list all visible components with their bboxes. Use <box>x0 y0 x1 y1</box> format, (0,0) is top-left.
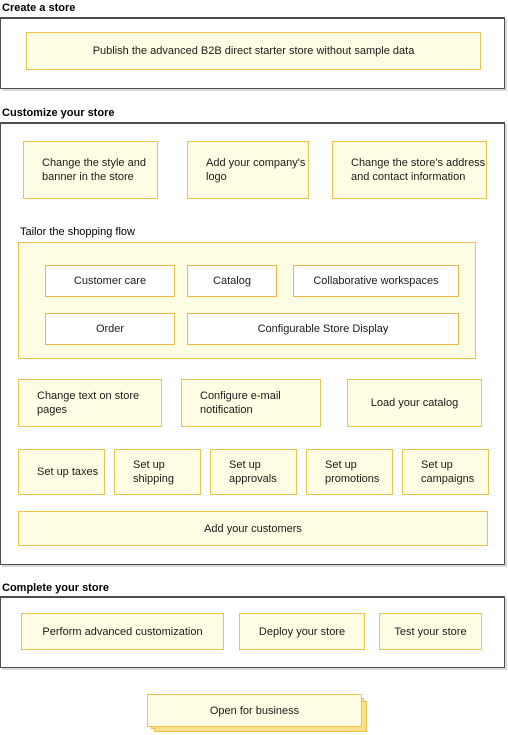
section-title-customize-your-store: Customize your store <box>2 107 115 119</box>
card-label: Test your store <box>394 625 467 638</box>
store-setup-page: Create a store Publish the advanced B2B … <box>0 0 508 735</box>
card-open-for-business[interactable]: Open for business <box>147 694 367 732</box>
flat-card-label: Order <box>95 323 125 335</box>
card-label: Publish the advanced B2B direct starter … <box>92 45 415 57</box>
card-add-company-logo[interactable]: Add your company's logo <box>187 141 314 204</box>
card-perform-advanced-customization[interactable]: Perform advanced customization <box>21 613 229 655</box>
panel-create-a-store: Publish the advanced B2B direct starter … <box>0 17 505 89</box>
card-change-store-address[interactable]: Change the store's address and contact i… <box>332 141 492 204</box>
card-label: Add your company's logo <box>206 157 306 183</box>
card-change-text-store-pages[interactable]: Change text on store pages <box>18 379 167 432</box>
card-set-up-promotions[interactable]: Set up promotions <box>306 449 398 500</box>
flat-card-catalog[interactable]: Catalog <box>187 265 277 297</box>
card-test-your-store[interactable]: Test your store <box>379 613 487 655</box>
card-load-your-catalog[interactable]: Load your catalog <box>347 379 487 432</box>
card-label: Configure e-mail notification <box>200 390 281 416</box>
flat-card-label: Collaborative workspaces <box>313 275 439 287</box>
card-label: Deploy your store <box>258 625 346 638</box>
card-set-up-campaigns[interactable]: Set up campaigns <box>402 449 494 500</box>
flat-card-label: Catalog <box>213 275 251 287</box>
card-publish-starter-store[interactable]: Publish the advanced B2B direct starter … <box>26 32 486 75</box>
card-label: Open for business <box>209 704 300 717</box>
card-label: Perform advanced customization <box>42 625 203 638</box>
card-label: Change the store's address and contact i… <box>351 157 486 183</box>
card-add-your-customers[interactable]: Add your customers <box>18 511 493 551</box>
section-title-complete-your-store: Complete your store <box>2 582 109 594</box>
card-label: Set up promotions <box>325 459 380 485</box>
flat-card-order[interactable]: Order <box>45 313 175 345</box>
subsection-title-tailor-the-shopping-flow: Tailor the shopping flow <box>20 226 135 238</box>
section-title-create-a-store: Create a store <box>2 2 76 14</box>
card-label: Load your catalog <box>370 397 459 409</box>
card-label: Set up taxes <box>37 466 99 478</box>
card-change-style-banner[interactable]: Change the style and banner in the store <box>23 141 163 204</box>
flat-card-configurable-store-display[interactable]: Configurable Store Display <box>187 313 459 345</box>
card-label: Set up approvals <box>229 459 277 485</box>
flat-card-collaborative-workspaces[interactable]: Collaborative workspaces <box>293 265 459 297</box>
card-label: Set up shipping <box>133 459 174 485</box>
panel-complete-your-store: Perform advanced customization Deploy yo… <box>0 596 505 668</box>
card-set-up-approvals[interactable]: Set up approvals <box>210 449 302 500</box>
card-label: Change text on store pages <box>37 390 140 416</box>
card-label: Change the style and banner in the store <box>42 157 146 183</box>
subpanel-tailor-the-shopping-flow: Customer care Catalog Collaborative work… <box>18 242 481 364</box>
card-deploy-your-store[interactable]: Deploy your store <box>239 613 370 655</box>
card-configure-email-notification[interactable]: Configure e-mail notification <box>181 379 326 432</box>
card-label: Set up campaigns <box>421 459 475 485</box>
card-set-up-taxes[interactable]: Set up taxes <box>18 449 110 500</box>
card-label: Add your customers <box>204 522 302 535</box>
card-set-up-shipping[interactable]: Set up shipping <box>114 449 206 500</box>
flat-card-customer-care[interactable]: Customer care <box>45 265 175 297</box>
flat-card-label: Configurable Store Display <box>257 323 389 335</box>
panel-customize-your-store: Change the style and banner in the store… <box>0 122 505 565</box>
flat-card-label: Customer care <box>73 275 147 287</box>
